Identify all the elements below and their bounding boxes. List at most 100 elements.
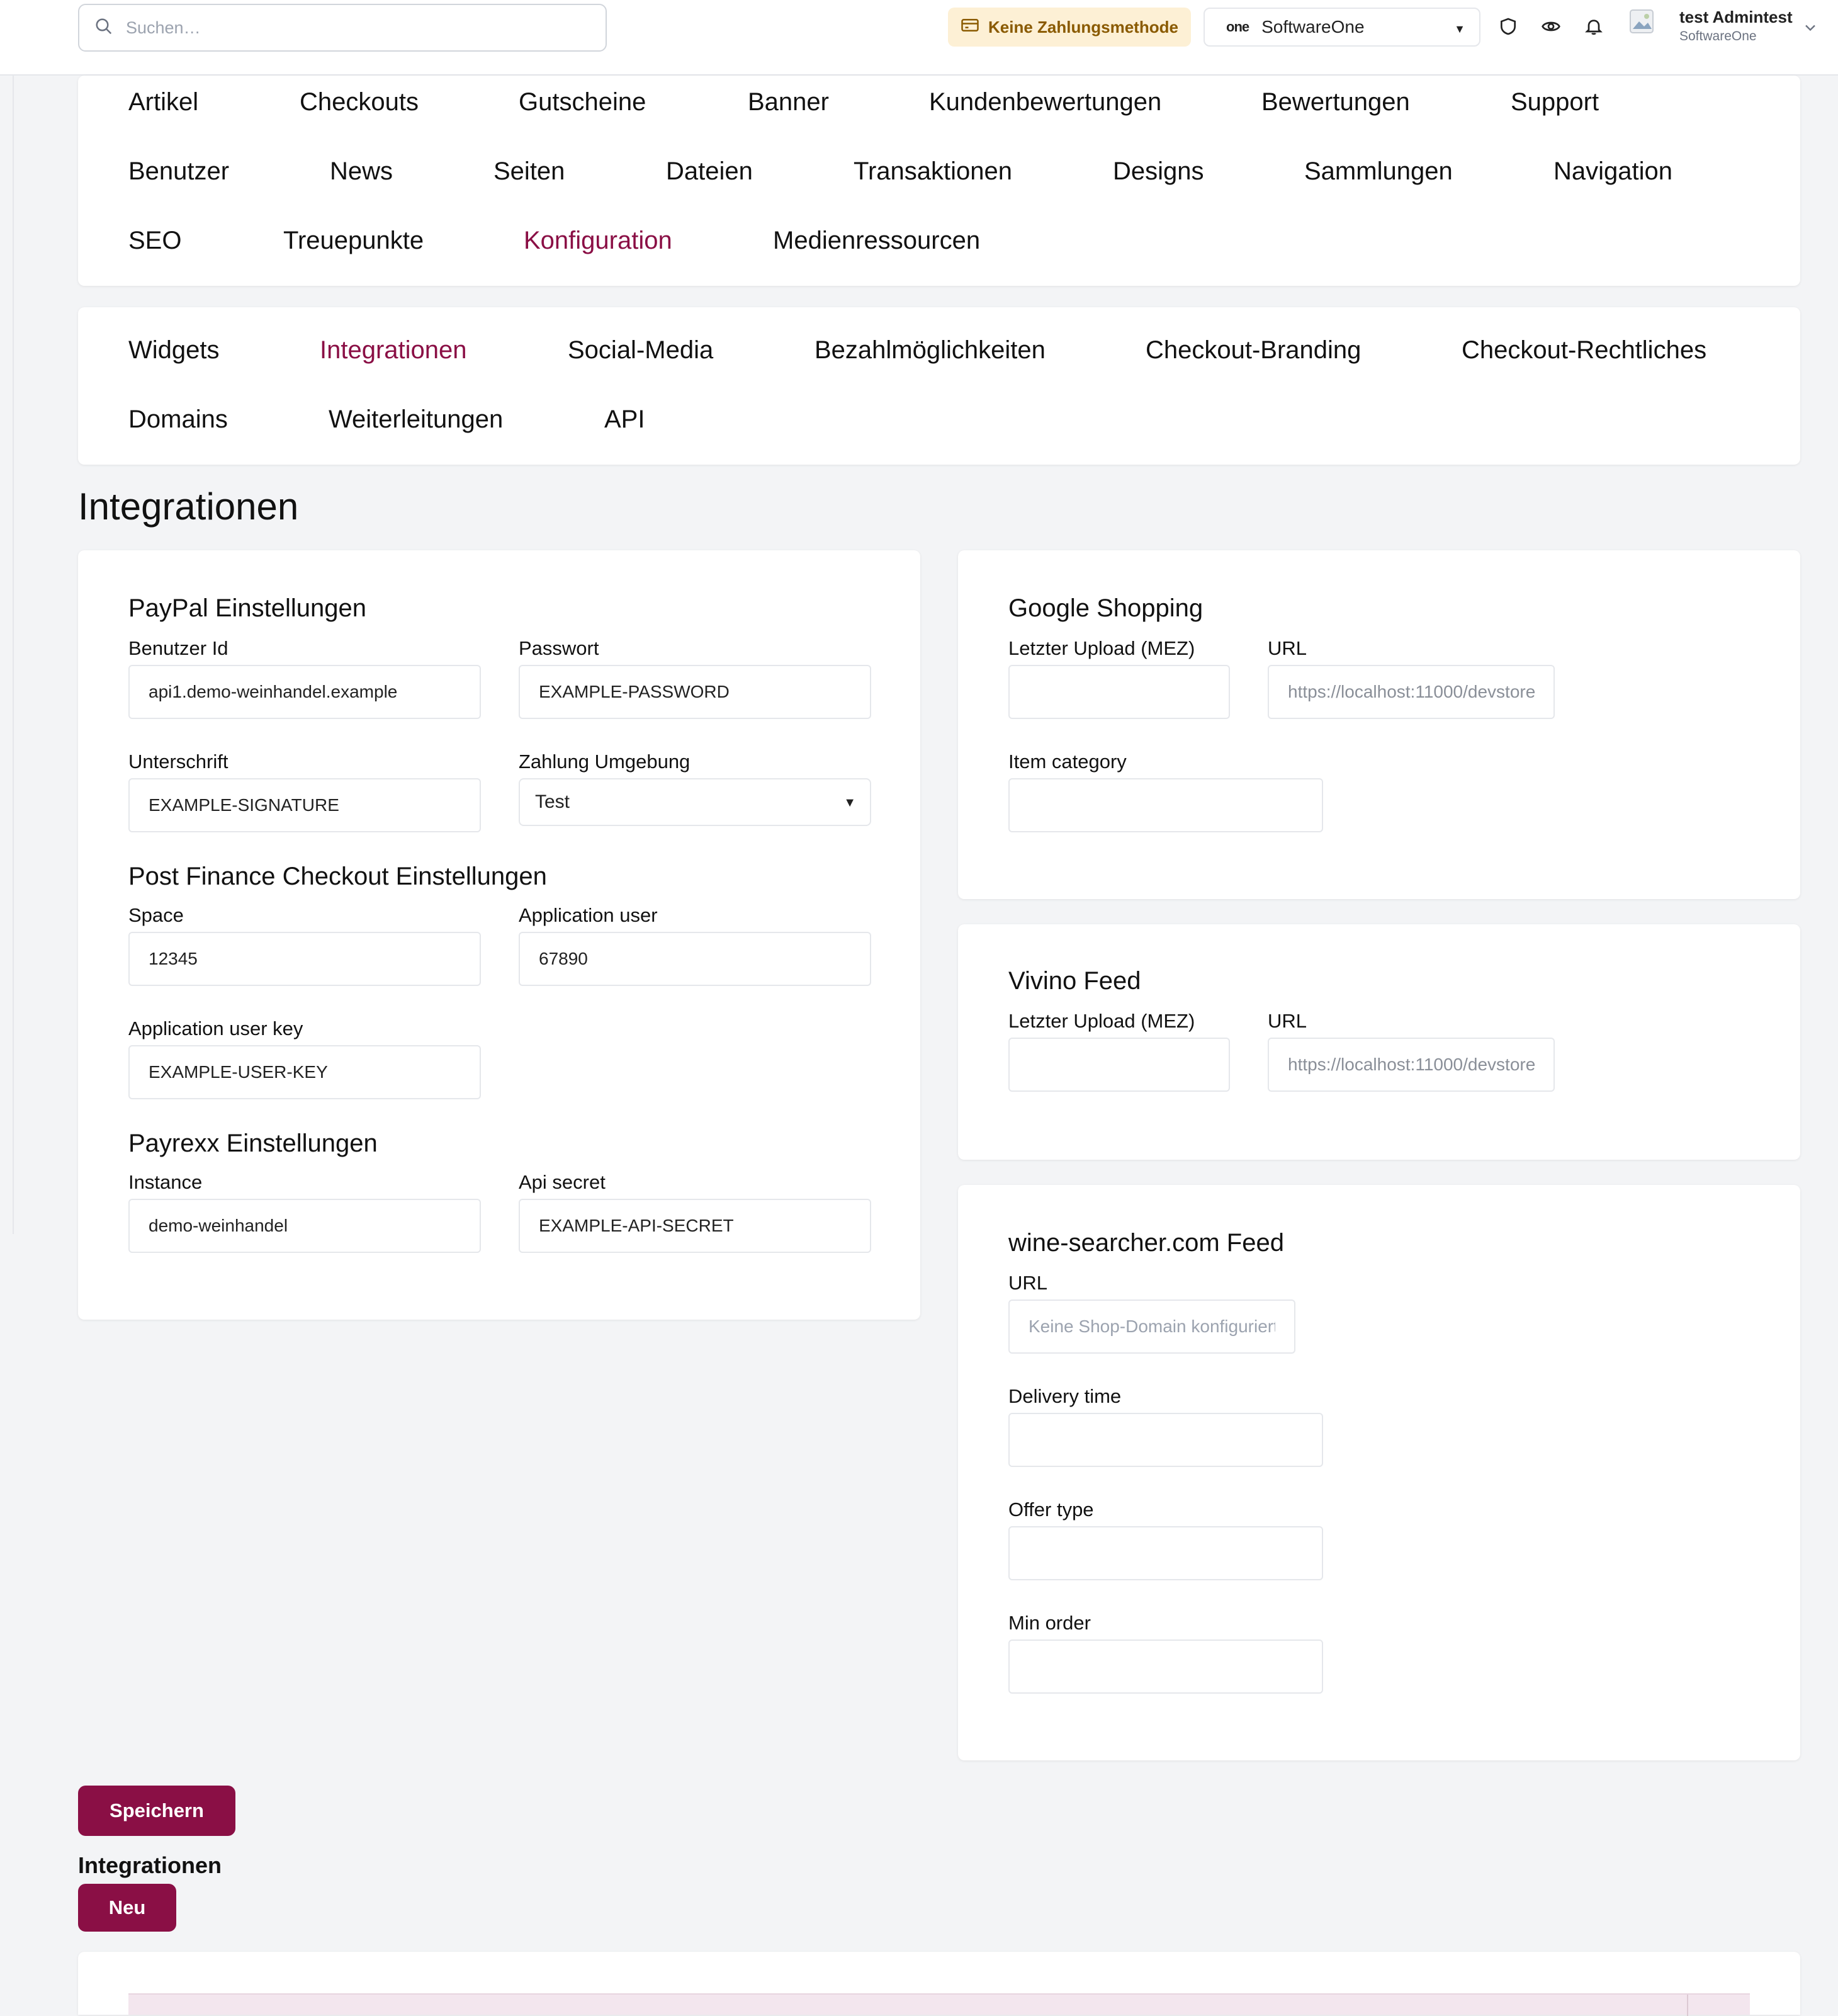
new-integration-button[interactable]: Neu [78, 1884, 176, 1932]
wine-searcher-url-label: URL [1008, 1272, 1048, 1294]
nav-news[interactable]: News [330, 157, 393, 186]
subnav-integrationen[interactable]: Integrationen [320, 336, 467, 365]
google-shopping-card: Google Shopping Letzter Upload (MEZ) URL… [958, 550, 1800, 899]
delivery-time-input[interactable] [1008, 1413, 1323, 1467]
subnav-checkout-rechtliches[interactable]: Checkout-Rechtliches [1462, 336, 1706, 365]
subnav-domains[interactable]: Domains [128, 405, 228, 434]
nav-support[interactable]: Support [1511, 88, 1599, 116]
bell-icon[interactable] [1581, 14, 1606, 39]
google-url-label: URL [1268, 637, 1307, 659]
payment-method-badge[interactable]: Keine Zahlungsmethode [948, 8, 1191, 47]
postfinance-app-user-label: Application user [519, 904, 658, 926]
nav-navigation[interactable]: Navigation [1553, 157, 1672, 186]
paypal-signature-label: Unterschrift [128, 750, 228, 773]
payrexx-api-secret-input[interactable] [519, 1199, 871, 1253]
top-bar: Keine Zahlungsmethode one SoftwareOne ▼ … [0, 0, 1838, 76]
postfinance-app-user-key-label: Application user key [128, 1017, 303, 1039]
nav-treuepunkte[interactable]: Treuepunkte [283, 227, 424, 255]
payrexx-api-secret-label: Api secret [519, 1171, 606, 1193]
shop-name: SoftwareOne [1261, 17, 1365, 37]
paypal-user-id-label: Benutzer Id [128, 637, 228, 659]
nav-checkouts[interactable]: Checkouts [300, 88, 419, 116]
paypal-environment-value: Test [535, 791, 570, 812]
subnav-checkout-branding[interactable]: Checkout-Branding [1146, 336, 1361, 365]
offer-type-input[interactable] [1008, 1526, 1323, 1580]
nav-konfiguration[interactable]: Konfiguration [524, 227, 672, 255]
google-last-upload-input[interactable] [1008, 665, 1230, 719]
payrexx-instance-input[interactable] [128, 1199, 481, 1253]
table-header-divider [1687, 1995, 1688, 2016]
user-organization: SoftwareOne [1679, 29, 1757, 43]
integrations-list-heading: Integrationen [78, 1852, 222, 1878]
user-name[interactable]: test Admintest [1679, 8, 1793, 27]
paypal-user-id-input[interactable] [128, 665, 481, 719]
subnav-api[interactable]: API [604, 405, 645, 434]
shop-selector[interactable]: one SoftwareOne ▼ [1204, 8, 1480, 47]
save-button[interactable]: Speichern [78, 1786, 235, 1836]
table-header [128, 1993, 1750, 2016]
avatar[interactable] [1629, 9, 1654, 34]
nav-seiten[interactable]: Seiten [493, 157, 565, 186]
search-box[interactable] [78, 4, 607, 52]
payrexx-instance-label: Instance [128, 1171, 203, 1193]
nav-seo[interactable]: SEO [128, 227, 181, 255]
min-order-input[interactable] [1008, 1639, 1323, 1694]
postfinance-space-input[interactable] [128, 932, 481, 986]
paypal-section-title: PayPal Einstellungen [128, 594, 367, 622]
google-last-upload-label: Letzter Upload (MEZ) [1008, 637, 1195, 659]
subnav-social-media[interactable]: Social-Media [568, 336, 713, 365]
postfinance-space-label: Space [128, 904, 184, 926]
payment-settings-card: PayPal Einstellungen Benutzer Id Passwor… [78, 550, 920, 1320]
google-item-category-label: Item category [1008, 750, 1127, 773]
subnav-weiterleitungen[interactable]: Weiterleitungen [329, 405, 503, 434]
wine-searcher-card: wine-searcher.com Feed URL Delivery time… [958, 1185, 1800, 1760]
nav-medienressourcen[interactable]: Medienressourcen [773, 227, 980, 255]
caret-down-icon: ▼ [843, 796, 856, 810]
sub-nav-card: Widgets Integrationen Social-Media Bezah… [78, 307, 1800, 465]
vivino-card: Vivino Feed Letzter Upload (MEZ) URL [958, 924, 1800, 1160]
wine-searcher-url-input[interactable] [1008, 1300, 1295, 1354]
paypal-environment-label: Zahlung Umgebung [519, 750, 691, 773]
nav-designs[interactable]: Designs [1113, 157, 1204, 186]
search-icon [94, 17, 113, 39]
subnav-bezahlmoeglichkeiten[interactable]: Bezahlmöglichkeiten [815, 336, 1046, 365]
vivino-last-upload-input[interactable] [1008, 1038, 1230, 1092]
postfinance-app-user-input[interactable] [519, 932, 871, 986]
left-rail [0, 76, 14, 1234]
postfinance-app-user-key-input[interactable] [128, 1045, 481, 1099]
nav-benutzer[interactable]: Benutzer [128, 157, 229, 186]
vivino-url-input[interactable] [1268, 1038, 1555, 1092]
paypal-password-input[interactable] [519, 665, 871, 719]
page-title: Integrationen [78, 485, 299, 528]
postfinance-section-title: Post Finance Checkout Einstellungen [128, 863, 547, 890]
credit-card-icon [961, 16, 988, 39]
shield-icon[interactable] [1496, 14, 1521, 39]
chevron-down-icon[interactable] [1801, 19, 1819, 37]
main-nav-card: Artikel Checkouts Gutscheine Banner Kund… [78, 76, 1800, 286]
min-order-label: Min order [1008, 1612, 1091, 1634]
google-item-category-input[interactable] [1008, 778, 1323, 832]
search-input[interactable] [125, 17, 590, 38]
nav-dateien[interactable]: Dateien [666, 157, 753, 186]
nav-kundenbewertungen[interactable]: Kundenbewertungen [929, 88, 1161, 116]
nav-sammlungen[interactable]: Sammlungen [1304, 157, 1453, 186]
shop-logo: one [1226, 19, 1249, 35]
nav-banner[interactable]: Banner [748, 88, 829, 116]
google-url-input[interactable] [1268, 665, 1555, 719]
eye-icon[interactable] [1538, 14, 1564, 39]
offer-type-label: Offer type [1008, 1498, 1094, 1520]
wine-searcher-title: wine-searcher.com Feed [1008, 1229, 1284, 1257]
caret-down-icon: ▼ [1454, 23, 1465, 35]
vivino-title: Vivino Feed [1008, 967, 1141, 995]
nav-gutscheine[interactable]: Gutscheine [519, 88, 646, 116]
subnav-widgets[interactable]: Widgets [128, 336, 220, 365]
paypal-environment-select[interactable]: Test ▼ [519, 778, 871, 826]
nav-bewertungen[interactable]: Bewertungen [1261, 88, 1410, 116]
nav-artikel[interactable]: Artikel [128, 88, 198, 116]
payrexx-section-title: Payrexx Einstellungen [128, 1130, 378, 1157]
vivino-last-upload-label: Letzter Upload (MEZ) [1008, 1010, 1195, 1032]
paypal-signature-input[interactable] [128, 778, 481, 832]
nav-transaktionen[interactable]: Transaktionen [854, 157, 1012, 186]
vivino-url-label: URL [1268, 1010, 1307, 1032]
paypal-password-label: Passwort [519, 637, 599, 659]
